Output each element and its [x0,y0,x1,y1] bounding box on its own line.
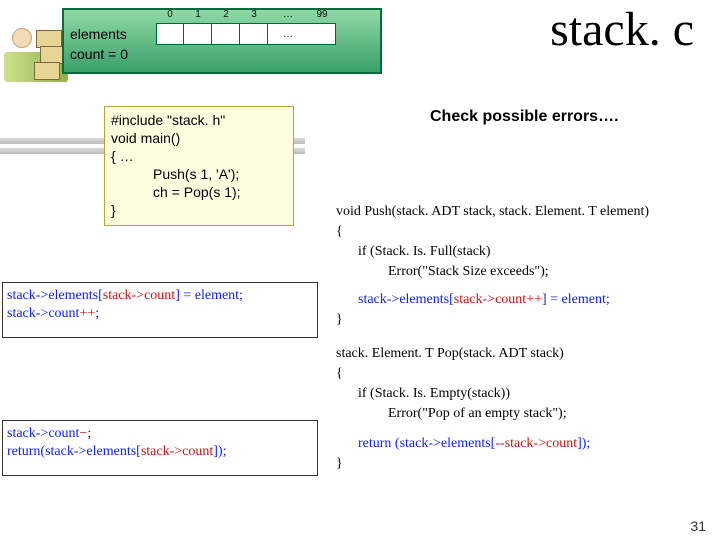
code-frag: return (stack->elements[ [358,436,495,451]
code-frag: stack->elements[ [7,288,103,303]
array-index-ellipsis: … [268,9,308,21]
array-cell-ellipsis: … [268,23,308,45]
spacer [336,424,716,434]
array-index-row: 0 1 2 3 … 99 [156,9,336,21]
code-line: ch = Pop(s 1); [111,183,287,201]
main-code-box: #include "stack. h" void main() { … Push… [104,106,294,226]
array-cell [184,23,212,45]
code-line: return (stack->elements[--stack->count])… [336,434,716,454]
code-frag: ]); [213,444,226,459]
array-index-last: 99 [308,9,336,21]
code-line: void Push(stack. ADT stack, stack. Eleme… [336,202,716,222]
code-line: stack->elements[stack->count++] = elemen… [336,290,716,310]
array-index: 3 [240,9,268,21]
code-frag: stack->count [141,444,213,459]
array-panel: 0 1 2 3 … 99 … elements count = 0 [62,8,382,74]
code-frag: stack->count [103,288,175,303]
label-elements: elements [70,26,127,42]
code-line: } [336,454,716,474]
array-cell [240,23,268,45]
slide: 0 1 2 3 … 99 … elements count = 0 stack.… [0,0,720,540]
code-frag: ; [87,426,91,441]
spacer [336,282,716,290]
code-frag: stack->count++ [454,292,542,307]
array-index: 0 [156,9,184,21]
code-line: } [336,310,716,330]
right-code-block: void Push(stack. ADT stack, stack. Eleme… [336,202,716,474]
file-drawers-icon [4,22,68,84]
code-frag: ] = element; [175,288,243,303]
code-line: stack->count++; [7,305,313,323]
array-index: 1 [184,9,212,21]
code-line: { [336,364,716,384]
code-line: Error("Pop of an empty stack"); [336,404,716,424]
array-index: 2 [212,9,240,21]
code-frag: stack->count [7,306,79,321]
pop-explain-box: stack->count−; return(stack->elements[st… [2,420,318,476]
code-line: stack. Element. T Pop(stack. ADT stack) [336,344,716,364]
array-cell [212,23,240,45]
code-line: if (Stack. Is. Full(stack) [336,242,716,262]
page-title: stack. c [550,2,694,57]
array-cell [156,23,184,45]
check-errors-heading: Check possible errors…. [430,108,619,126]
code-line: stack->count−; [7,425,313,443]
code-frag: ++ [79,306,95,321]
code-line: stack->elements[stack->count] = element; [7,287,313,305]
code-line: #include "stack. h" [111,111,287,129]
code-line: return(stack->elements[stack->count]); [7,443,313,461]
code-frag: ; [95,306,99,321]
code-line: Push(s 1, 'A'); [111,165,287,183]
code-line: } [111,201,287,219]
code-frag: --stack->count [495,436,577,451]
code-line: if (Stack. Is. Empty(stack)) [336,384,716,404]
page-number: 31 [690,518,706,534]
code-frag: ] = element; [542,292,610,307]
code-frag: stack->count [7,426,79,441]
array-cells: … [156,23,336,45]
label-count: count = 0 [70,46,128,62]
code-frag: stack->elements[ [358,292,454,307]
code-line: void main() [111,129,287,147]
code-frag: ]); [577,436,590,451]
code-frag: return(stack->elements[ [7,444,141,459]
code-line: { … [111,147,287,165]
push-explain-box: stack->elements[stack->count] = element;… [2,282,318,338]
array-cell [308,23,336,45]
code-line: Error("Stack Size exceeds"); [336,262,716,282]
code-line: { [336,222,716,242]
